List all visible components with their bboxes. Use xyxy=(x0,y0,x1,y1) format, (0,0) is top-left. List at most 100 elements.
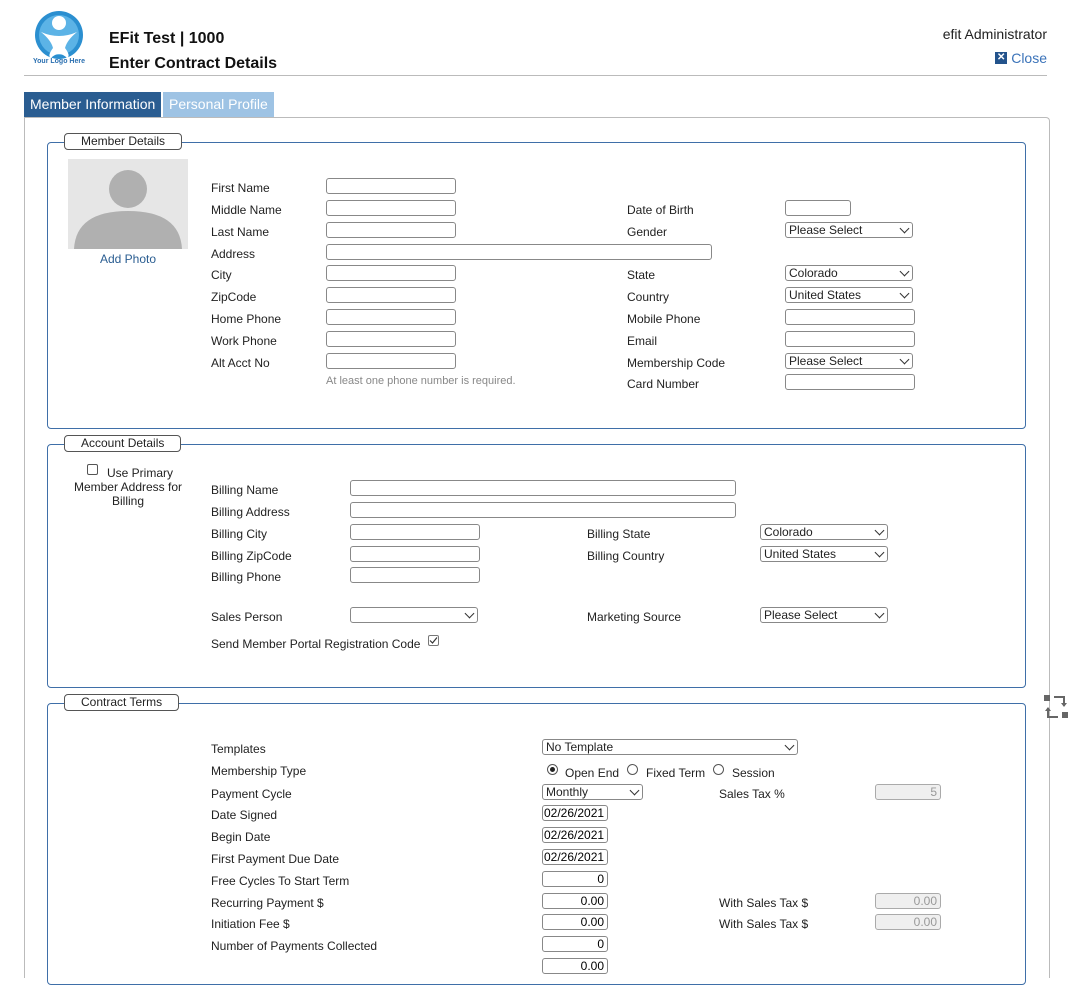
alt-acct-no-field[interactable] xyxy=(326,353,456,369)
zipcode-field[interactable] xyxy=(326,287,456,303)
send-portal-code-checkbox[interactable] xyxy=(428,635,439,646)
with-sales-tax-field-1 xyxy=(875,893,941,909)
marketing-source-label: Marketing Source xyxy=(587,610,682,624)
last-name-field[interactable] xyxy=(326,222,456,238)
begin-date-label: Begin Date xyxy=(211,830,271,844)
marketing-source-value: Please Select xyxy=(764,608,838,622)
sales-person-select[interactable] xyxy=(350,607,478,623)
logo-text: Your Logo Here xyxy=(33,58,85,65)
email-label: Email xyxy=(627,334,658,348)
membership-code-value: Please Select xyxy=(789,354,863,368)
zipcode-label: ZipCode xyxy=(211,290,257,304)
billing-country-select[interactable]: United States xyxy=(760,546,888,562)
gender-select[interactable]: Please Select xyxy=(785,222,913,238)
first-name-label: First Name xyxy=(211,181,270,195)
close-link[interactable]: ✕ Close xyxy=(995,50,1047,66)
with-sales-tax-field-2 xyxy=(875,914,941,930)
work-phone-field[interactable] xyxy=(326,331,456,347)
tab-personal-profile[interactable]: Personal Profile xyxy=(163,92,274,117)
sync-icon[interactable] xyxy=(1042,692,1070,722)
use-primary-address-label: Use Primary Member Address for Billing xyxy=(73,466,183,508)
home-phone-field[interactable] xyxy=(326,309,456,325)
initiation-fee-field[interactable] xyxy=(542,914,608,930)
avatar-icon xyxy=(74,170,182,249)
address-label: Address xyxy=(211,247,256,261)
templates-value: No Template xyxy=(546,740,614,754)
date-of-birth-field[interactable] xyxy=(785,200,851,216)
chevron-down-icon xyxy=(899,266,910,277)
chevron-down-icon xyxy=(464,608,475,619)
gender-value: Please Select xyxy=(789,223,863,237)
country-value: United States xyxy=(789,288,862,302)
member-details-legend: Member Details xyxy=(64,133,183,150)
member-photo-placeholder xyxy=(68,159,188,249)
billing-name-field[interactable] xyxy=(350,480,736,496)
middle-name-field[interactable] xyxy=(326,200,456,216)
marketing-source-select[interactable]: Please Select xyxy=(760,607,888,623)
card-number-label: Card Number xyxy=(627,377,700,391)
work-phone-label: Work Phone xyxy=(211,334,277,348)
contract-terms-legend: Contract Terms xyxy=(64,694,180,711)
user-name: efit Administrator xyxy=(942,26,1047,42)
open-end-label: Open End xyxy=(565,766,620,780)
with-sales-tax-label-1: With Sales Tax $ xyxy=(719,896,809,910)
billing-name-label: Billing Name xyxy=(211,483,279,497)
add-photo-link[interactable]: Add Photo xyxy=(68,252,188,266)
first-name-field[interactable] xyxy=(326,178,456,194)
address-field[interactable] xyxy=(326,244,712,260)
templates-select[interactable]: No Template xyxy=(542,739,798,755)
chevron-down-icon xyxy=(629,785,640,796)
free-cycles-field[interactable] xyxy=(542,871,608,887)
close-label: Close xyxy=(1011,50,1047,66)
card-number-field[interactable] xyxy=(785,374,915,390)
begin-date-field[interactable] xyxy=(542,827,608,843)
initiation-fee-label: Initiation Fee $ xyxy=(211,917,290,931)
chevron-down-icon xyxy=(874,525,885,536)
email-field[interactable] xyxy=(785,331,915,347)
payment-cycle-value: Monthly xyxy=(546,785,589,799)
chevron-down-icon xyxy=(874,547,885,558)
chevron-down-icon xyxy=(899,354,910,365)
next-amount-field[interactable] xyxy=(542,958,608,974)
session-radio[interactable] xyxy=(713,764,724,775)
gender-label: Gender xyxy=(627,225,668,239)
session-label: Session xyxy=(732,766,775,780)
sales-person-label: Sales Person xyxy=(211,610,283,624)
sales-tax-label: Sales Tax % xyxy=(719,787,785,801)
sales-tax-field xyxy=(875,784,941,800)
billing-phone-label: Billing Phone xyxy=(211,570,282,584)
free-cycles-label: Free Cycles To Start Term xyxy=(211,874,350,888)
mobile-phone-field[interactable] xyxy=(785,309,915,325)
billing-phone-field[interactable] xyxy=(350,567,480,583)
country-select[interactable]: United States xyxy=(785,287,913,303)
state-select[interactable]: Colorado xyxy=(785,265,913,281)
fixed-term-radio[interactable] xyxy=(627,764,638,775)
payment-cycle-select[interactable]: Monthly xyxy=(542,784,643,800)
fixed-term-label: Fixed Term xyxy=(646,766,706,780)
billing-country-value: United States xyxy=(764,547,837,561)
city-label: City xyxy=(211,268,232,282)
first-payment-due-field[interactable] xyxy=(542,849,608,865)
billing-state-select[interactable]: Colorado xyxy=(760,524,888,540)
tab-member-information[interactable]: Member Information xyxy=(24,92,162,117)
billing-zipcode-label: Billing ZipCode xyxy=(211,549,292,563)
close-icon: ✕ xyxy=(995,52,1008,64)
date-signed-label: Date Signed xyxy=(211,808,278,822)
billing-address-field[interactable] xyxy=(350,502,736,518)
contract-terms-fieldset xyxy=(47,703,1026,985)
city-field[interactable] xyxy=(326,265,456,281)
billing-state-value: Colorado xyxy=(764,525,813,539)
state-value: Colorado xyxy=(789,266,838,280)
chevron-down-icon xyxy=(899,223,910,234)
billing-city-field[interactable] xyxy=(350,524,480,540)
account-details-legend: Account Details xyxy=(64,435,182,452)
open-end-radio[interactable] xyxy=(547,764,558,775)
recurring-payment-field[interactable] xyxy=(542,893,608,909)
billing-zipcode-field[interactable] xyxy=(350,546,480,562)
date-signed-field[interactable] xyxy=(542,805,608,821)
phone-required-note: At least one phone number is required. xyxy=(326,375,516,387)
payments-collected-field[interactable] xyxy=(542,936,608,952)
chevron-down-icon xyxy=(899,288,910,299)
home-phone-label: Home Phone xyxy=(211,312,282,326)
membership-code-select[interactable]: Please Select xyxy=(785,353,913,369)
